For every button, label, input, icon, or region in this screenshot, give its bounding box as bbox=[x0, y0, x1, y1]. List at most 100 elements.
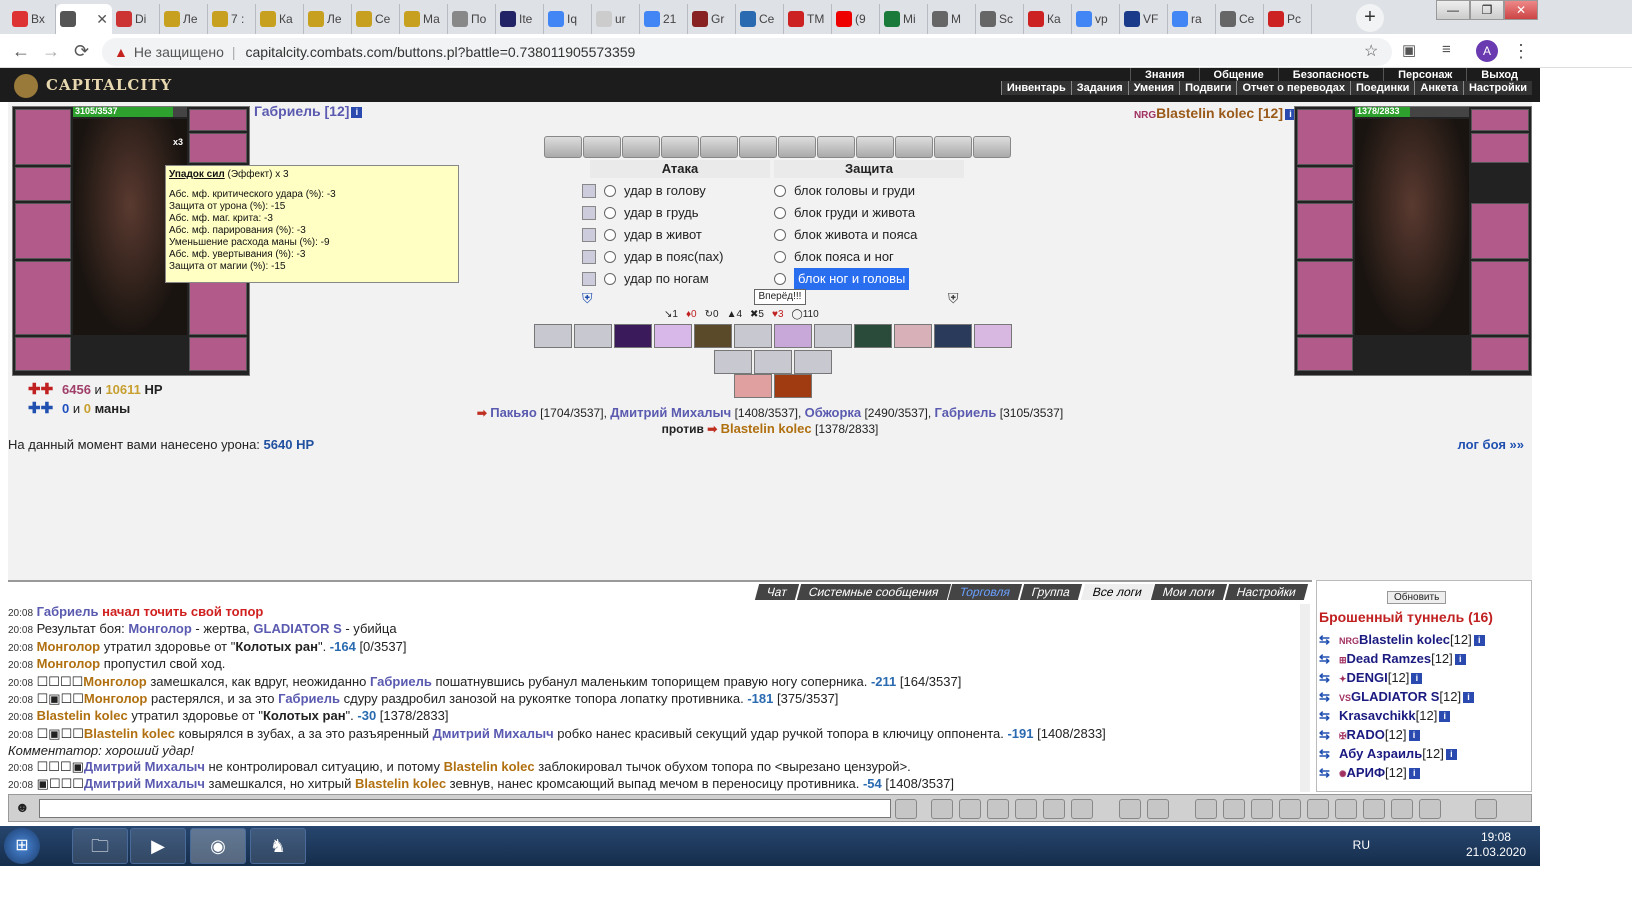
boots-slot[interactable] bbox=[189, 337, 247, 371]
skill-icon[interactable] bbox=[654, 324, 692, 348]
enemy-boots-slot[interactable] bbox=[1471, 337, 1529, 371]
submenu-inventory[interactable]: Инвентарь bbox=[1000, 81, 1071, 95]
browser-tab[interactable]: ТМ bbox=[784, 4, 832, 34]
block-option[interactable]: блок пояса и ног bbox=[774, 246, 894, 268]
block-option-selected[interactable]: блок ног и головы bbox=[774, 268, 910, 290]
private-message-icon[interactable]: ⇆ bbox=[1319, 764, 1339, 781]
refresh-button[interactable]: Обновить bbox=[1387, 591, 1447, 604]
helmet-slot[interactable] bbox=[15, 109, 71, 165]
browser-tab[interactable]: Ce bbox=[1216, 4, 1264, 34]
browser-tab[interactable]: Ка bbox=[256, 4, 304, 34]
enemy-shield-slot[interactable] bbox=[1471, 203, 1529, 259]
menu-knowledge[interactable]: Знания bbox=[1130, 68, 1198, 82]
scroll-slot[interactable] bbox=[739, 136, 777, 158]
belt-slot[interactable] bbox=[15, 337, 71, 371]
info-icon[interactable]: i bbox=[1454, 654, 1466, 666]
reload-icon[interactable]: ⟳ bbox=[74, 41, 89, 62]
submenu-duels[interactable]: Поединки bbox=[1349, 81, 1414, 95]
block-option[interactable]: блок живота и пояса bbox=[774, 224, 917, 246]
skill-icon[interactable] bbox=[774, 324, 812, 348]
browser-tab[interactable]: По bbox=[448, 4, 496, 34]
browser-tab[interactable]: Mi bbox=[880, 4, 928, 34]
submenu-transfers[interactable]: Отчет о переводах bbox=[1236, 81, 1350, 95]
scroll-icon[interactable] bbox=[1279, 799, 1301, 819]
browser-tab[interactable]: Gr bbox=[688, 4, 736, 34]
scroll-slot[interactable] bbox=[700, 136, 738, 158]
settings-icon[interactable] bbox=[1475, 799, 1497, 819]
clan-icon[interactable] bbox=[1147, 799, 1169, 819]
info-icon[interactable]: i bbox=[1445, 749, 1457, 761]
submenu-profile[interactable]: Анкета bbox=[1414, 81, 1463, 95]
browser-tab[interactable]: Вх bbox=[8, 4, 56, 34]
minimize-button[interactable]: — bbox=[1436, 0, 1470, 20]
submenu-feats[interactable]: Подвиги bbox=[1179, 81, 1236, 95]
private-message-icon[interactable]: ⇆ bbox=[1319, 650, 1339, 667]
browser-tab[interactable]: Di bbox=[112, 4, 160, 34]
shield-icon[interactable] bbox=[1335, 799, 1357, 819]
block-option[interactable]: блок головы и груди bbox=[774, 180, 915, 202]
info-icon[interactable]: i bbox=[1473, 635, 1485, 647]
browser-tab[interactable]: vp bbox=[1072, 4, 1120, 34]
scroll-slot[interactable] bbox=[544, 136, 582, 158]
attack-option[interactable]: удар в голову bbox=[582, 180, 706, 202]
skill-icon[interactable] bbox=[754, 350, 792, 374]
browser-tab[interactable]: Ле bbox=[304, 4, 352, 34]
player-list-item[interactable]: ⇆ ⊞Dead Ramzes[12] i bbox=[1319, 650, 1485, 669]
scroll-slot[interactable] bbox=[778, 136, 816, 158]
amulet-slot[interactable] bbox=[189, 109, 247, 131]
menu-security[interactable]: Безопасность bbox=[1277, 68, 1383, 82]
rings-slot[interactable] bbox=[189, 133, 247, 163]
skill-icon[interactable] bbox=[534, 324, 572, 348]
enemy-amulet-slot[interactable] bbox=[1471, 109, 1529, 131]
profile-avatar[interactable]: A bbox=[1476, 40, 1498, 62]
browser-tab[interactable]: ra bbox=[1168, 4, 1216, 34]
submenu-quests[interactable]: Задания bbox=[1070, 81, 1128, 95]
enemy-helmet-slot[interactable] bbox=[1297, 109, 1353, 165]
player-name[interactable]: Габриель [12] i bbox=[254, 103, 363, 119]
enemy-armor-slot[interactable] bbox=[1297, 261, 1353, 335]
help-icon[interactable] bbox=[1391, 799, 1413, 819]
bracers-slot[interactable] bbox=[15, 167, 71, 201]
menu-exit[interactable]: Выход bbox=[1466, 68, 1532, 82]
player-list-item[interactable]: ⇆ Krasavchikk[12] i bbox=[1319, 707, 1485, 726]
browser-tab[interactable]: ✕ bbox=[56, 4, 112, 34]
new-tab-button[interactable]: + bbox=[1356, 4, 1384, 32]
browser-tab[interactable]: Се bbox=[736, 4, 784, 34]
scroll-slot[interactable] bbox=[895, 136, 933, 158]
action-icon[interactable] bbox=[1195, 799, 1217, 819]
extension-icon[interactable]: ▣ bbox=[1402, 41, 1416, 59]
weapon-slot[interactable] bbox=[15, 203, 71, 259]
skill-icon[interactable] bbox=[854, 324, 892, 348]
enemy-rings-slot[interactable] bbox=[1471, 133, 1529, 163]
enemy-name[interactable]: NRGBlastelin kolec [12] i bbox=[1134, 105, 1296, 121]
enemy-belt-slot[interactable] bbox=[1297, 337, 1353, 371]
scroll-slot[interactable] bbox=[622, 136, 660, 158]
smiley-icon[interactable]: ☻ bbox=[15, 799, 30, 815]
log-scrollbar[interactable] bbox=[1300, 604, 1310, 792]
forward-arrow-icon[interactable]: → bbox=[42, 41, 60, 62]
maximize-button[interactable]: ❐ bbox=[1470, 0, 1504, 20]
player-list-item[interactable]: ⇆ ✦DENGI[12] i bbox=[1319, 669, 1485, 688]
skill-icon[interactable] bbox=[894, 324, 932, 348]
browser-tab[interactable]: 7 : bbox=[208, 4, 256, 34]
player-list-item[interactable]: ⇆ ✺АРИФ[12] i bbox=[1319, 764, 1485, 783]
browser-tab[interactable]: Рс bbox=[1264, 4, 1312, 34]
attack-option[interactable]: удар по ногам bbox=[582, 268, 709, 290]
info-icon[interactable]: i bbox=[351, 106, 363, 118]
attack-option[interactable]: удар в пояс(пах) bbox=[582, 246, 723, 268]
enemy-leggings-slot[interactable] bbox=[1471, 261, 1529, 335]
browser-tab[interactable]: Iq bbox=[544, 4, 592, 34]
skill-icon[interactable] bbox=[614, 324, 652, 348]
tab-chat[interactable]: Чат bbox=[754, 584, 799, 600]
player-list-item[interactable]: ⇆ NRGBlastelin kolec[12] i bbox=[1319, 631, 1485, 650]
menu-kebab-icon[interactable]: ⋮ bbox=[1512, 41, 1530, 62]
sound-icon[interactable] bbox=[1071, 799, 1093, 819]
menu-communication[interactable]: Общение bbox=[1198, 68, 1278, 82]
skill-icon[interactable] bbox=[574, 324, 612, 348]
scroll-slot[interactable] bbox=[973, 136, 1011, 158]
tab-system[interactable]: Системные сообщения bbox=[796, 584, 951, 600]
browser-tab[interactable]: ur bbox=[592, 4, 640, 34]
exit-icon[interactable] bbox=[1419, 799, 1441, 819]
forward-button[interactable]: Вперёд!!! bbox=[754, 289, 806, 305]
lock-icon[interactable] bbox=[1307, 799, 1329, 819]
